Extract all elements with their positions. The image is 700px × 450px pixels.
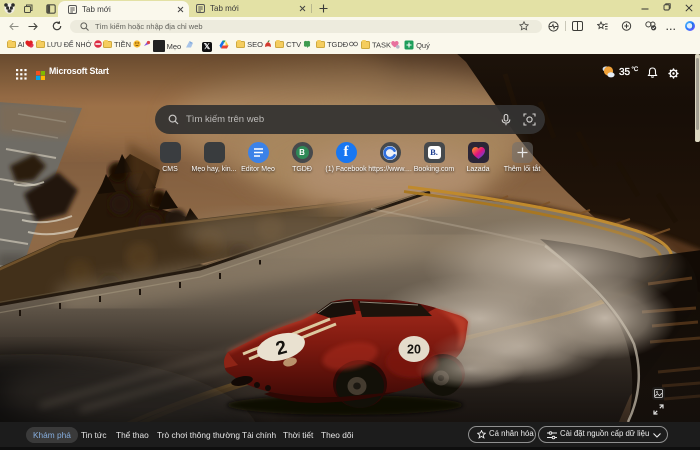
svg-text:°C: °C [632,67,639,73]
svg-text:20: 20 [407,343,421,357]
svg-text:35: 35 [619,67,631,77]
